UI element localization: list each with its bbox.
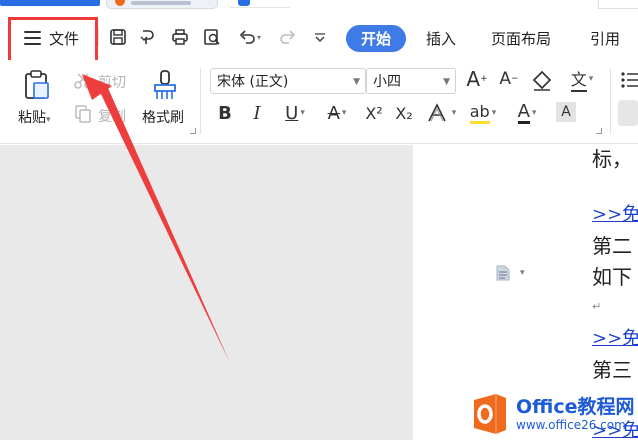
watermark: Office教程网 www.office26.com xyxy=(470,388,638,440)
doc-link[interactable]: >>免 xyxy=(592,324,638,350)
document-tab[interactable] xyxy=(106,0,218,9)
document-background xyxy=(0,145,413,440)
printer-icon xyxy=(172,29,188,45)
strikethrough-button[interactable]: A ▾ xyxy=(320,100,354,126)
redo-button[interactable] xyxy=(276,24,300,50)
scissors-icon xyxy=(74,73,92,89)
bold-button[interactable]: B xyxy=(216,100,234,126)
tab-home[interactable]: 开始 xyxy=(346,25,406,52)
paste-button[interactable]: 粘贴▾ xyxy=(18,107,51,127)
chevron-down-icon xyxy=(315,33,325,43)
window-control[interactable] xyxy=(598,0,638,9)
second-document-tab[interactable] xyxy=(230,0,290,8)
customize-toolbar-button[interactable] xyxy=(308,24,332,50)
phonetic-guide-icon: 文 xyxy=(570,66,587,92)
phonetic-guide-button[interactable]: 文 ▾ xyxy=(566,66,598,92)
paragraph-mark: ↵ xyxy=(592,300,602,313)
bullet-list-icon[interactable] xyxy=(620,70,638,90)
font-color-icon: A xyxy=(517,100,530,124)
document-tab-title xyxy=(131,1,191,5)
grow-font-icon: A xyxy=(466,67,481,91)
chevron-down-icon: ▾ xyxy=(520,268,525,278)
tab-page-layout[interactable]: 页面布局 xyxy=(491,28,551,49)
ribbon-divider xyxy=(610,68,611,134)
chevron-down-icon: ▼ xyxy=(353,77,360,87)
print-preview-icon xyxy=(204,29,220,45)
clear-format-icon[interactable] xyxy=(530,70,554,92)
underline-button[interactable]: U ▾ xyxy=(278,100,312,126)
text-effect-icon[interactable] xyxy=(426,102,448,124)
cut-button[interactable]: 剪切 xyxy=(98,72,126,92)
save-button[interactable] xyxy=(106,24,130,50)
export-icon xyxy=(140,30,154,44)
wps-logo-icon xyxy=(115,0,125,6)
strikethrough-icon: A xyxy=(327,102,340,124)
paste-icon[interactable] xyxy=(20,68,54,102)
font-size-select[interactable]: 小四 ▼ xyxy=(366,68,456,94)
font-name-value: 宋体 (正文) xyxy=(217,74,289,90)
subscript-button[interactable]: X₂ xyxy=(392,100,416,126)
italic-button[interactable]: I xyxy=(248,100,266,126)
toolbar-separator xyxy=(98,28,99,46)
export-pdf-button[interactable] xyxy=(136,24,160,50)
print-preview-button[interactable] xyxy=(200,24,224,50)
document-icon xyxy=(238,0,250,6)
undo-dropdown-icon[interactable]: ▾ xyxy=(257,33,261,42)
doc-text-line: 第二 xyxy=(592,234,632,258)
doc-link[interactable]: >>免 xyxy=(592,200,638,226)
font-color-button[interactable]: A ▾ xyxy=(510,100,544,126)
undo-icon xyxy=(239,30,255,44)
font-dialog-launcher[interactable] xyxy=(596,128,602,134)
font-size-value: 小四 xyxy=(373,74,401,90)
print-button[interactable] xyxy=(168,24,192,50)
watermark-url: www.office26.com xyxy=(516,418,626,432)
format-painter-icon xyxy=(154,70,176,99)
paragraph-layout-handle[interactable]: ▾ xyxy=(494,264,525,282)
undo-button[interactable]: ▾ xyxy=(232,24,266,50)
char-shading-button[interactable]: A xyxy=(556,102,576,122)
text-effect-dropdown[interactable]: ▾ xyxy=(448,100,458,126)
home-tab[interactable] xyxy=(0,0,100,6)
highlight-icon: ab xyxy=(469,102,490,124)
document-icon xyxy=(496,265,510,281)
format-painter-button[interactable]: 格式刷 xyxy=(142,107,184,127)
grow-font-button[interactable]: A + xyxy=(466,66,488,92)
watermark-title: Office教程网 xyxy=(516,396,635,418)
doc-text-line: 标， xyxy=(592,147,632,171)
highlight-button[interactable]: ab ▾ xyxy=(466,100,500,126)
ribbon-divider xyxy=(200,68,201,134)
shrink-font-button[interactable]: A − xyxy=(498,66,520,92)
chevron-down-icon: ▼ xyxy=(443,77,450,87)
redo-icon xyxy=(280,30,296,44)
doc-text-line: 第三 xyxy=(592,358,632,382)
tab-insert[interactable]: 插入 xyxy=(426,28,456,49)
char-shading-icon: A xyxy=(561,104,571,120)
clipboard-dialog-launcher[interactable] xyxy=(190,128,196,134)
office-logo-icon xyxy=(474,394,506,434)
font-name-select[interactable]: 宋体 (正文) ▼ xyxy=(210,68,366,94)
tab-references[interactable]: 引用 xyxy=(590,28,620,49)
copy-button[interactable]: 复制 xyxy=(98,106,126,126)
underline-icon: U xyxy=(285,102,299,124)
window-tab-strip xyxy=(0,0,638,10)
superscript-button[interactable]: X² xyxy=(362,100,386,126)
align-button[interactable] xyxy=(618,100,638,126)
shrink-font-icon: A xyxy=(499,69,512,89)
save-icon xyxy=(110,29,126,45)
paste-label: 粘贴 xyxy=(18,110,46,126)
doc-text-line: 如下 xyxy=(592,265,632,289)
copy-icon xyxy=(75,105,91,123)
